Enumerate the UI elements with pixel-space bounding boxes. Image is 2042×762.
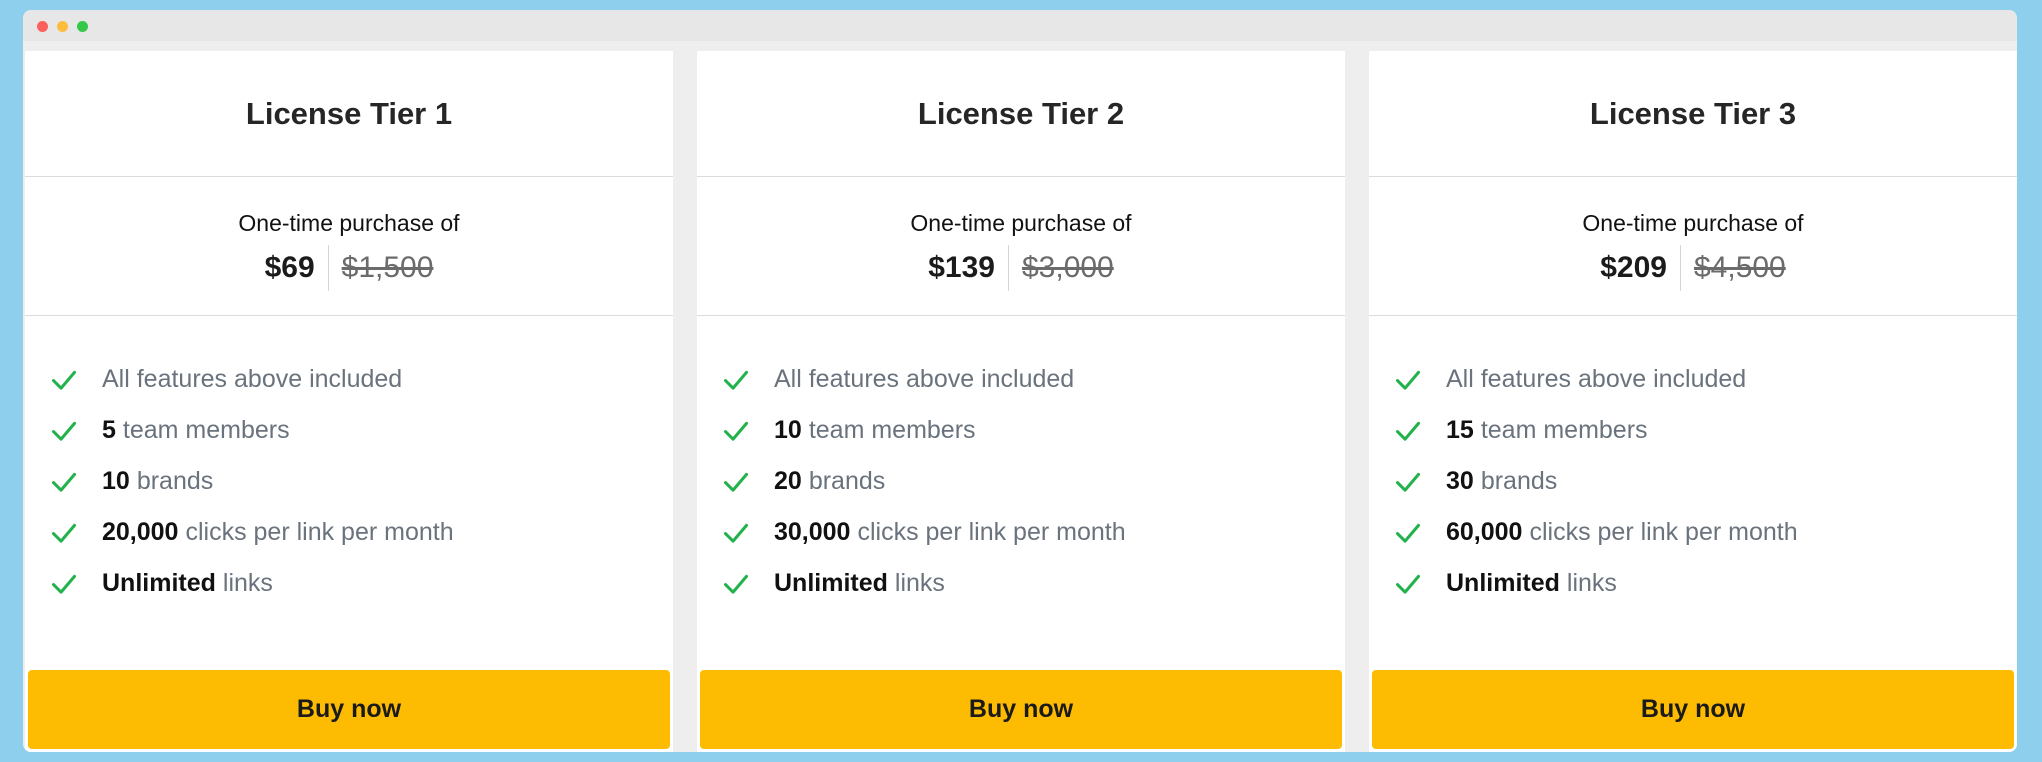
feature-value: 5 [102, 416, 116, 444]
feature-item: Unlimited links [50, 558, 673, 609]
card-title: License Tier 1 [245, 95, 453, 131]
card-header: License Tier 3 [1369, 51, 2017, 177]
check-icon [723, 472, 749, 492]
check-icon [51, 574, 77, 594]
price-block: One-time purchase of $209 $4,500 [1369, 177, 2017, 316]
feature-list: All features above included 5 team member… [25, 316, 673, 609]
card-title: License Tier 3 [1589, 95, 1797, 131]
feature-value: Unlimited [774, 569, 888, 597]
close-window-button[interactable] [37, 21, 48, 32]
current-price: $69 [264, 251, 315, 284]
feature-value: 60,000 [1446, 518, 1523, 546]
price-row: $69 $1,500 [25, 245, 673, 291]
feature-value: 10 [102, 467, 130, 495]
feature-value: 20 [774, 467, 802, 495]
feature-item: 20 brands [722, 456, 1345, 507]
minimize-window-button[interactable] [57, 21, 68, 32]
check-icon [1395, 472, 1421, 492]
check-icon [51, 523, 77, 543]
check-icon [51, 370, 77, 390]
price-row: $139 $3,000 [697, 245, 1345, 291]
check-icon [723, 574, 749, 594]
feature-item: Unlimited links [1394, 558, 2017, 609]
feature-value: 20,000 [102, 518, 179, 546]
feature-text: links [1566, 569, 1617, 597]
card-title: License Tier 2 [917, 95, 1125, 131]
card-header: License Tier 2 [697, 51, 1345, 177]
feature-item: 15 team members [1394, 405, 2017, 456]
original-price: $3,000 [1021, 251, 1114, 284]
original-price: $4,500 [1693, 251, 1786, 284]
check-icon [723, 523, 749, 543]
feature-item: All features above included [50, 354, 673, 405]
feature-item: 30 brands [1394, 456, 2017, 507]
feature-item: Unlimited links [722, 558, 1345, 609]
current-price: $139 [928, 251, 995, 284]
purchase-label: One-time purchase of [238, 210, 460, 236]
feature-text: brands [136, 467, 214, 495]
pricing-card-tier-2: License Tier 2 One-time purchase of $139… [697, 51, 1345, 752]
feature-value: 10 [774, 416, 802, 444]
buy-now-button[interactable]: Buy now [1372, 670, 2014, 749]
pricing-card-tier-1: License Tier 1 One-time purchase of $69 … [25, 51, 673, 752]
price-block: One-time purchase of $139 $3,000 [697, 177, 1345, 316]
feature-value: 30 [1446, 467, 1474, 495]
feature-text: clicks per link per month [857, 518, 1126, 546]
pricing-cards: License Tier 1 One-time purchase of $69 … [23, 51, 2017, 752]
feature-list: All features above included 10 team membe… [697, 316, 1345, 609]
feature-value: 30,000 [774, 518, 851, 546]
feature-item: 30,000 clicks per link per month [722, 507, 1345, 558]
pricing-card-tier-3: License Tier 3 One-time purchase of $209… [1369, 51, 2017, 752]
feature-text: links [222, 569, 273, 597]
feature-text: brands [808, 467, 886, 495]
feature-text: team members [1480, 416, 1648, 444]
feature-text: All features above included [1446, 365, 1747, 393]
check-icon [723, 370, 749, 390]
current-price: $209 [1600, 251, 1667, 284]
feature-text: All features above included [102, 365, 403, 393]
check-icon [1395, 574, 1421, 594]
buy-now-button[interactable]: Buy now [28, 670, 670, 749]
check-icon [51, 472, 77, 492]
feature-text: All features above included [774, 365, 1075, 393]
feature-text: team members [122, 416, 290, 444]
feature-item: All features above included [722, 354, 1345, 405]
feature-value: Unlimited [102, 569, 216, 597]
buy-now-button[interactable]: Buy now [700, 670, 1342, 749]
purchase-label: One-time purchase of [910, 210, 1132, 236]
browser-window: License Tier 1 One-time purchase of $69 … [23, 10, 2017, 752]
feature-value: Unlimited [1446, 569, 1560, 597]
check-icon [1395, 370, 1421, 390]
feature-item: 60,000 clicks per link per month [1394, 507, 2017, 558]
feature-item: 20,000 clicks per link per month [50, 507, 673, 558]
card-header: License Tier 1 [25, 51, 673, 177]
check-icon [1395, 523, 1421, 543]
feature-text: team members [808, 416, 976, 444]
purchase-label: One-time purchase of [1582, 210, 1804, 236]
feature-text: brands [1480, 467, 1558, 495]
maximize-window-button[interactable] [77, 21, 88, 32]
original-price: $1,500 [341, 251, 434, 284]
feature-value: 15 [1446, 416, 1474, 444]
feature-item: 10 team members [722, 405, 1345, 456]
window-titlebar [23, 10, 2017, 41]
feature-text: clicks per link per month [1529, 518, 1798, 546]
check-icon [1395, 421, 1421, 441]
feature-text: clicks per link per month [185, 518, 454, 546]
check-icon [723, 421, 749, 441]
feature-list: All features above included 15 team membe… [1369, 316, 2017, 609]
price-block: One-time purchase of $69 $1,500 [25, 177, 673, 316]
price-row: $209 $4,500 [1369, 245, 2017, 291]
check-icon [51, 421, 77, 441]
feature-item: 5 team members [50, 405, 673, 456]
feature-item: 10 brands [50, 456, 673, 507]
feature-item: All features above included [1394, 354, 2017, 405]
feature-text: links [894, 569, 945, 597]
